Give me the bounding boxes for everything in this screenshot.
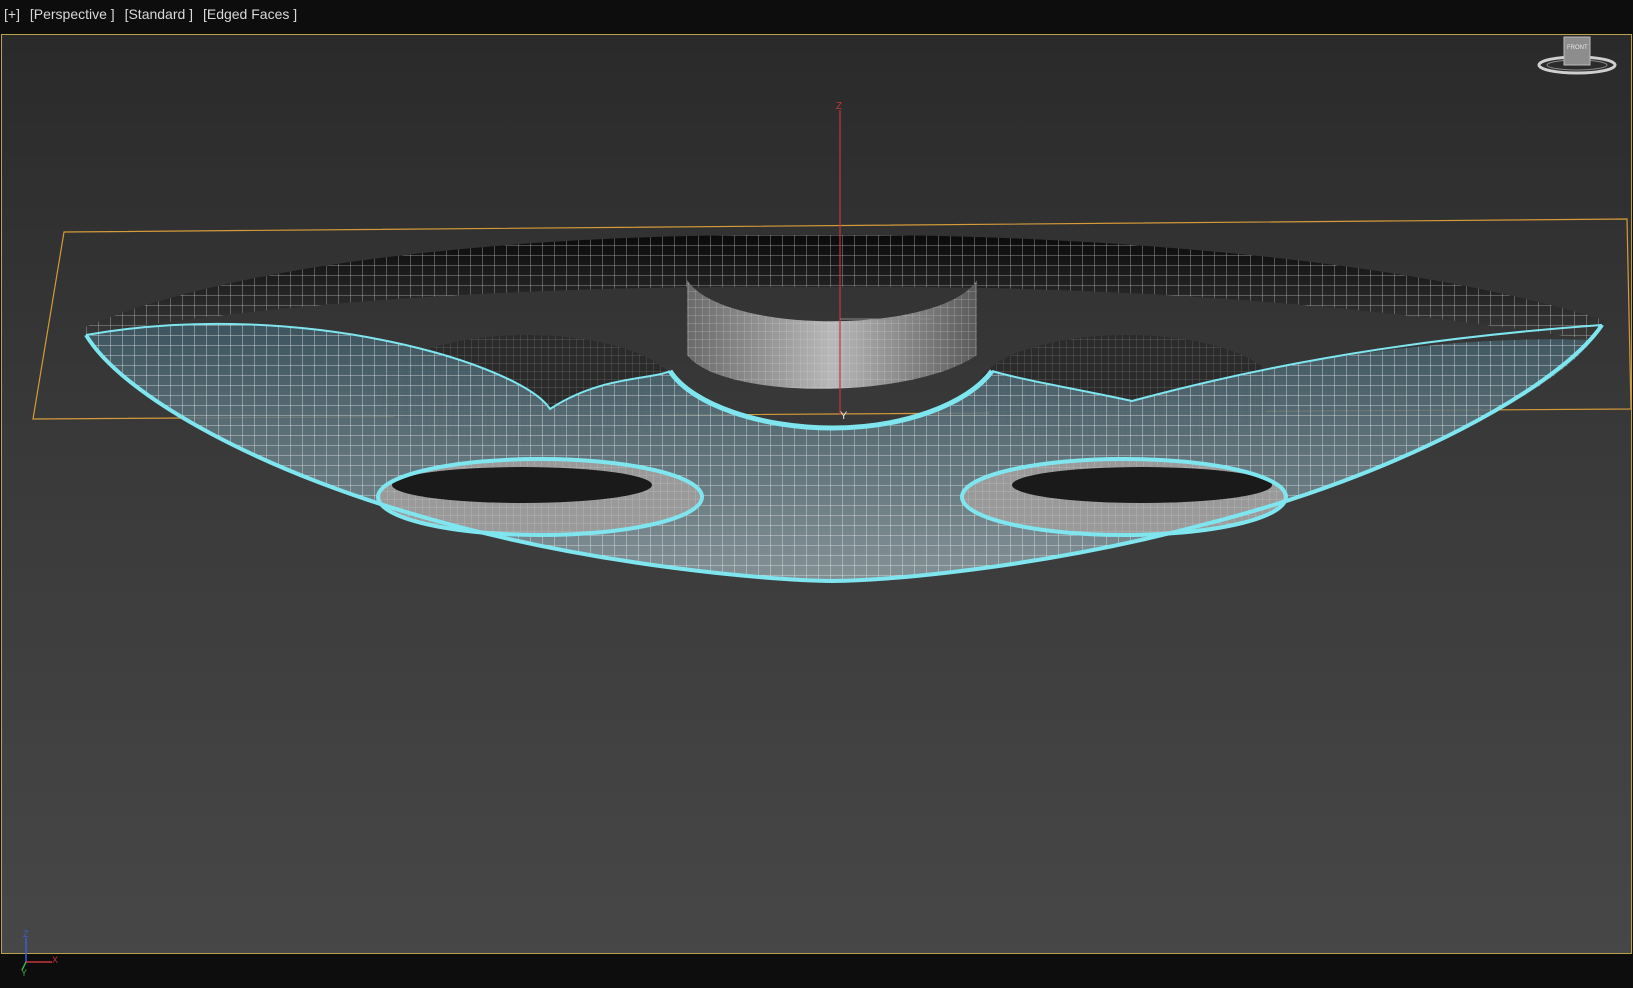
viewport-shading-menu[interactable]: [Standard ]	[125, 6, 194, 22]
perspective-viewport[interactable]: Z Y FRONT	[1, 34, 1632, 954]
viewport-header-bar: [+] [Perspective ] [Standard ] [Edged Fa…	[0, 0, 1633, 34]
gizmo-y-label: Y	[840, 410, 848, 422]
viewport-view-menu[interactable]: [Perspective ]	[30, 6, 115, 22]
tripod-x-label: X	[52, 955, 58, 965]
tripod-z-label: Z	[23, 929, 29, 939]
world-axis-tripod: Z X Y	[21, 929, 58, 978]
scene-canvas[interactable]: Z Y	[2, 35, 1631, 953]
viewcube-front-label: FRONT	[1567, 45, 1588, 51]
tripod-y-label: Y	[21, 968, 27, 978]
viewport-label-menu: [+] [Perspective ] [Standard ] [Edged Fa…	[4, 6, 303, 22]
viewport-display-menu[interactable]: [Edged Faces ]	[203, 6, 297, 22]
viewcube-gizmo[interactable]: FRONT	[1532, 35, 1622, 85]
viewport-footer-bar	[0, 954, 1633, 988]
viewport-plus-menu[interactable]: [+]	[4, 6, 20, 22]
gizmo-z-label: Z	[836, 101, 842, 112]
